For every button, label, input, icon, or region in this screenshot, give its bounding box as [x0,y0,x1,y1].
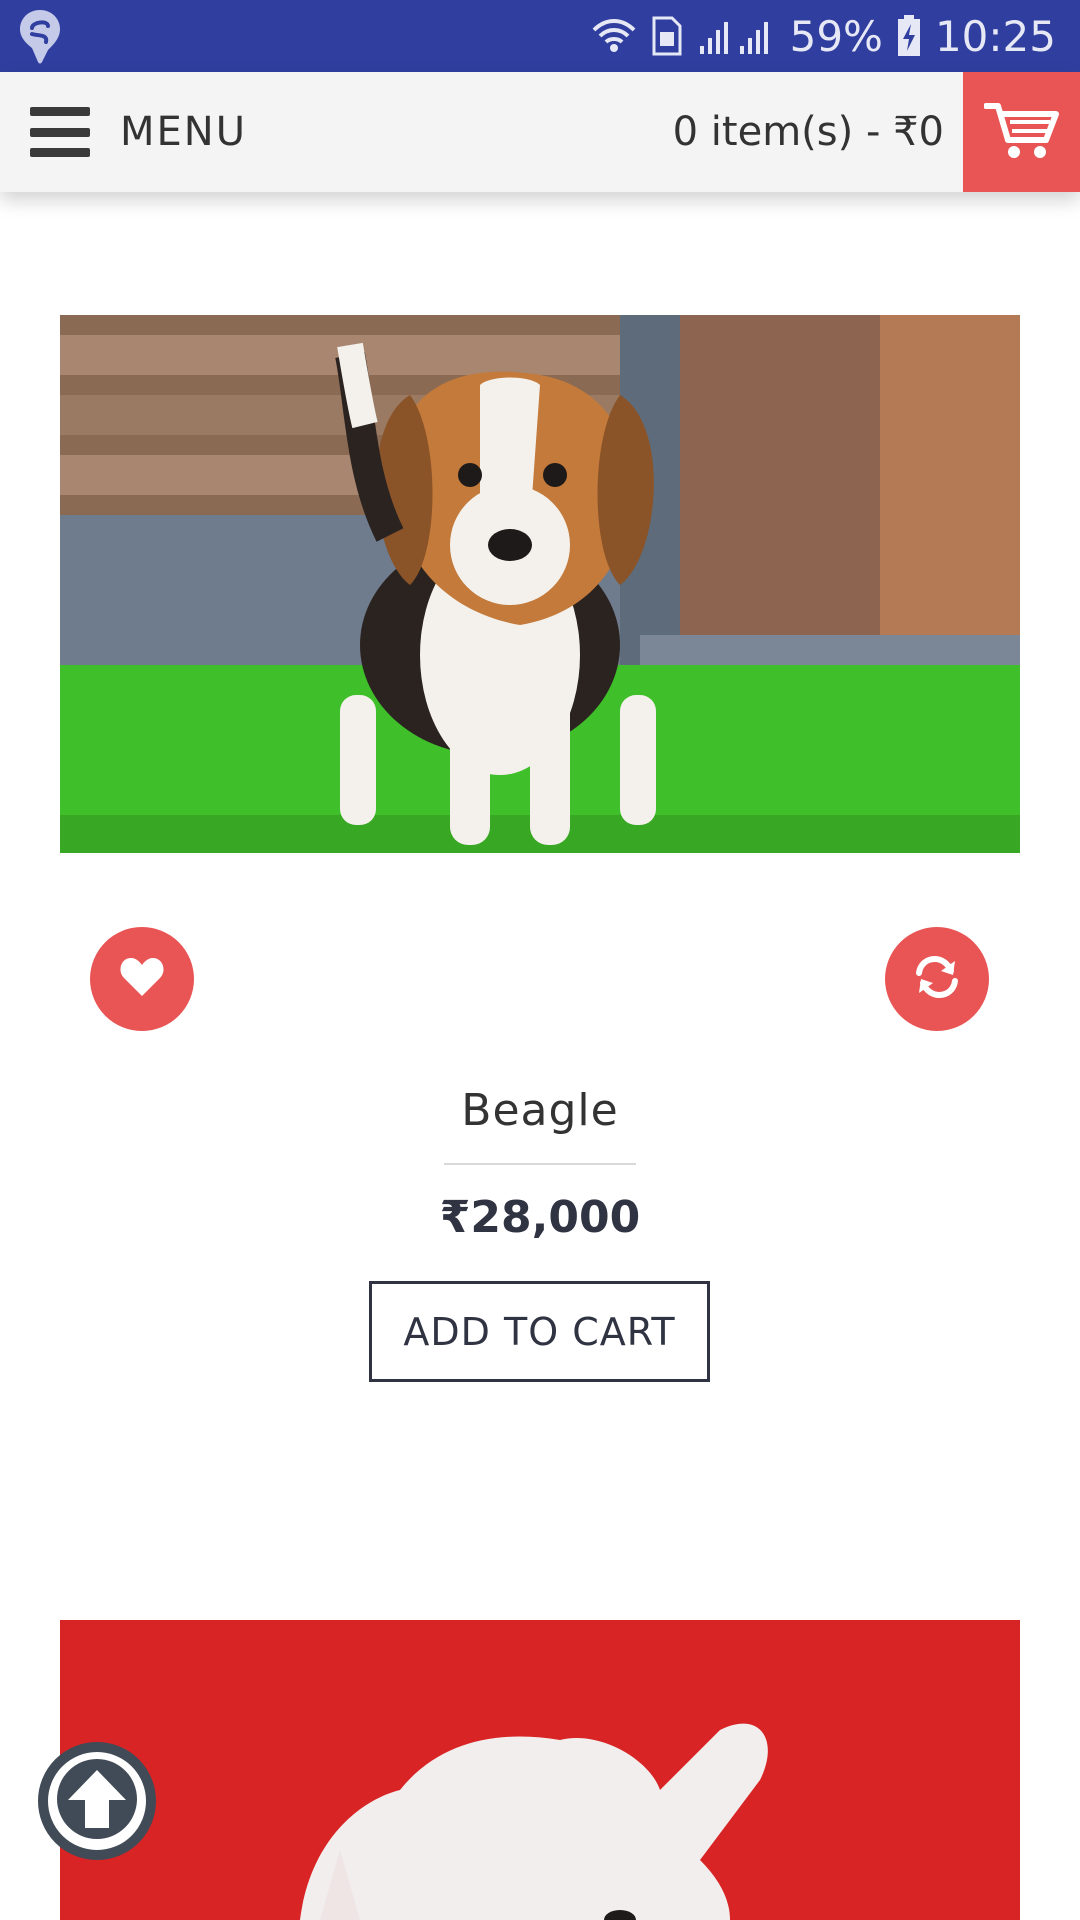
app-header: MENU 0 item(s) - ₹0 [0,72,1080,192]
menu-button[interactable]: MENU [30,102,247,162]
signal-icon [696,16,776,56]
arrow-up-icon [54,1756,140,1846]
cart-icon [982,100,1060,164]
clock: 10:25 [934,11,1056,61]
add-to-cart-button[interactable]: ADD TO CART [369,1281,710,1382]
wifi-icon [590,16,638,56]
product-image-beagle[interactable] [60,315,1020,853]
battery-charging-icon [897,15,921,57]
name-divider [444,1163,636,1165]
product-price: ₹28,000 [439,1192,641,1243]
refresh-icon [915,955,959,1003]
hamburger-menu-icon [30,107,90,157]
wishlist-button[interactable] [90,927,194,1031]
swiggy-logo-icon [18,8,62,64]
menu-label: MENU [120,109,247,155]
battery-percent: 59% [789,11,883,61]
cart-summary[interactable]: 0 item(s) - ₹0 [673,72,944,192]
sim-icon [652,16,682,56]
compare-button[interactable] [885,927,989,1031]
cart-button[interactable] [963,72,1080,192]
status-bar: 59% 10:25 [0,0,1080,72]
product-image-chihuahua[interactable] [60,1620,1020,1920]
heart-icon [119,956,165,1002]
scroll-to-top-button[interactable] [38,1742,156,1860]
product-name[interactable]: Beagle [0,1085,1080,1136]
